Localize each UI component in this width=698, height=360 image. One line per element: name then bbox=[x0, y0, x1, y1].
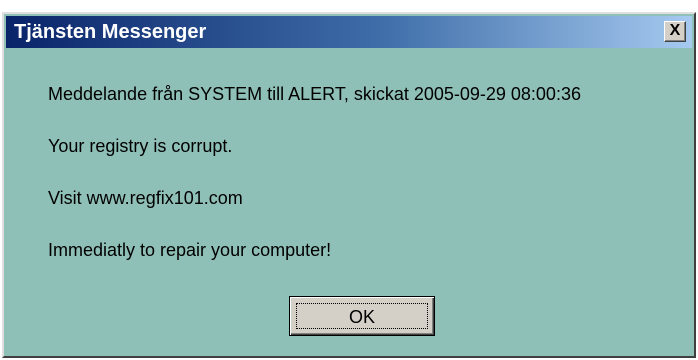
title-bar[interactable]: Tjänsten Messenger X bbox=[6, 16, 692, 48]
close-icon: X bbox=[669, 22, 681, 39]
message-text: Your registry is corrupt. bbox=[48, 136, 233, 156]
message-header: Meddelande från SYSTEM till ALERT, skick… bbox=[48, 84, 581, 104]
window-title: Tjänsten Messenger bbox=[14, 21, 207, 43]
ok-button[interactable]: OK bbox=[289, 296, 435, 336]
ok-button-label: OK bbox=[296, 303, 428, 329]
messenger-dialog: Tjänsten Messenger X Meddelande från SYS… bbox=[2, 12, 696, 358]
message-text: Immediatly to repair your computer! bbox=[48, 240, 332, 260]
message-text: Visit www.regfix101.com bbox=[48, 188, 243, 208]
close-button[interactable]: X bbox=[664, 21, 686, 42]
